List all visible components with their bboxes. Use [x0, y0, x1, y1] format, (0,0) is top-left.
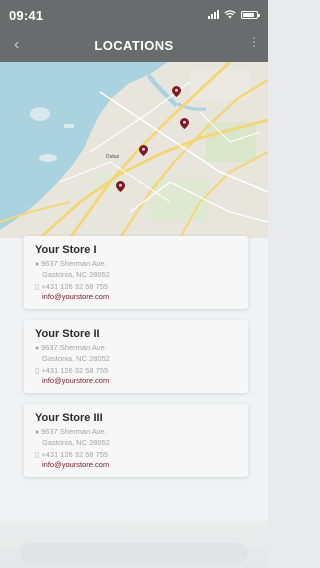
map-pin-icon[interactable]: [116, 181, 125, 192]
signal-icon: [208, 10, 219, 19]
store-phone[interactable]: ▯ +431 126 32 58 755: [35, 282, 108, 291]
status-bar: 09:41: [0, 0, 268, 28]
store-card[interactable]: Your Store II ● 9637 Sherman Ave. Gastoni…: [24, 320, 248, 393]
status-time: 09:41: [9, 8, 44, 23]
locations-map[interactable]: Dubai: [0, 62, 268, 238]
store-phone[interactable]: ▯ +431 126 32 58 755: [35, 366, 108, 375]
store-name: Your Store III: [35, 412, 103, 424]
map-pin-icon[interactable]: [180, 118, 189, 129]
phone-number: +431 126 32 58 755: [41, 366, 109, 375]
store-address: ● 9637 Sherman Ave. Gastonia, NC 28052: [35, 343, 110, 364]
phone-icon: ▯: [35, 450, 40, 459]
store-name: Your Store II: [35, 328, 100, 340]
store-email-link[interactable]: info@yourstore.com: [42, 292, 109, 301]
address-line-1: 9637 Sherman Ave.: [41, 343, 107, 352]
phone-icon: ▯: [35, 282, 40, 291]
store-email-link[interactable]: info@yourstore.com: [42, 460, 109, 469]
store-name: Your Store I: [35, 244, 97, 256]
address-line-1: 9637 Sherman Ave.: [41, 259, 107, 268]
app-header: 09:41 ‹ LOCATIONS ⋮: [0, 0, 268, 62]
address-line-2: Gastonia, NC 28052: [42, 270, 110, 279]
phone-icon: ▯: [35, 366, 40, 375]
map-pin-icon[interactable]: [172, 86, 181, 97]
store-address: ● 9637 Sherman Ave. Gastonia, NC 28052: [35, 259, 110, 280]
phone-number: +431 126 32 58 755: [41, 450, 109, 459]
map-canvas[interactable]: Dubai: [0, 62, 268, 238]
address-line-2: Gastonia, NC 28052: [42, 354, 110, 363]
store-email-link[interactable]: info@yourstore.com: [42, 376, 109, 385]
store-phone[interactable]: ▯ +431 126 32 58 755: [35, 450, 108, 459]
address-line-2: Gastonia, NC 28052: [42, 438, 110, 447]
app-screen: 09:41 ‹ LOCATIONS ⋮ Dubai Your Store I ●…: [0, 0, 268, 568]
store-card[interactable]: Your Store I ● 9637 Sherman Ave. Gastonia…: [24, 236, 248, 309]
battery-icon: [241, 10, 260, 19]
phone-number: +431 126 32 58 755: [41, 282, 109, 291]
page-title: LOCATIONS: [94, 38, 174, 53]
map-pin-icon[interactable]: [139, 145, 148, 156]
address-line-1: 9637 Sherman Ave.: [41, 427, 107, 436]
map-label-dubai: Dubai: [106, 154, 119, 160]
status-icons: [208, 10, 260, 19]
store-address: ● 9637 Sherman Ave. Gastonia, NC 28052: [35, 427, 110, 448]
more-vertical-icon[interactable]: ⋮: [248, 36, 260, 48]
home-indicator: [20, 543, 248, 563]
wifi-icon: [224, 10, 236, 19]
store-card[interactable]: Your Store III ● 9637 Sherman Ave. Gaston…: [24, 404, 248, 477]
